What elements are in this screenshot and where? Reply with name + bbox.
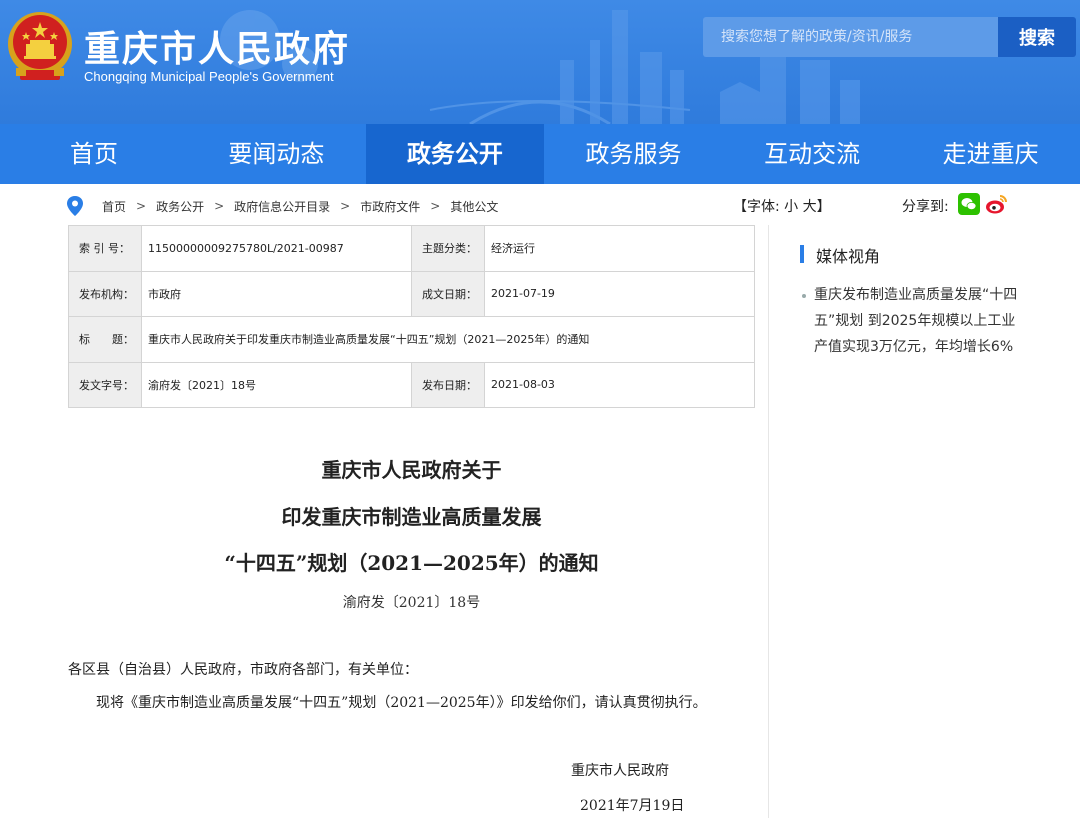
- site-title[interactable]: 重庆市人民政府: [84, 20, 350, 72]
- title-label: 标 题：: [68, 316, 142, 363]
- index-label: 索 引 号：: [68, 225, 142, 272]
- publish-date-label: 发布日期：: [411, 361, 485, 408]
- sidebar-title-accent: [800, 245, 804, 263]
- title-value: 重庆市人民政府关于印发重庆市制造业高质量发展“十四五”规划（2021—2025年…: [141, 316, 755, 363]
- document-title-line-1: 重庆市人民政府关于: [321, 458, 502, 482]
- national-emblem-logo: [8, 12, 72, 80]
- doc-number-label: 发文字号：: [68, 361, 142, 408]
- publisher-label: 发布机构：: [68, 270, 142, 317]
- breadcrumb-municipal-documents[interactable]: 市政府文件: [360, 198, 420, 215]
- main-nav: 首页 要闻动态 政务公开 政务服务 互动交流 走进重庆: [0, 124, 1080, 184]
- category-label: 主题分类：: [411, 225, 485, 272]
- table-row: 发文字号： 渝府发〔2021〕18号 发布日期： 2021-08-03: [68, 361, 755, 408]
- search-input[interactable]: [703, 17, 998, 57]
- table-row: 索 引 号： 11500000009275780L/2021-00987 主题分…: [68, 225, 755, 272]
- doc-number-value: 渝府发〔2021〕18号: [141, 361, 412, 408]
- breadcrumb-home[interactable]: 首页: [102, 198, 126, 215]
- font-size-toggle[interactable]: 【字体: 小 大】: [733, 196, 831, 216]
- breadcrumb-disclosure-catalog[interactable]: 政府信息公开目录: [234, 198, 330, 215]
- breadcrumb-separator: >: [340, 199, 351, 213]
- nav-item-home[interactable]: 首页: [0, 124, 187, 184]
- sidebar-title: 媒体视角: [816, 247, 881, 266]
- document-body: 现将《重庆市制造业高质量发展“十四五”规划（2021—2025年）》印发给你们，…: [96, 695, 707, 711]
- site-subtitle: Chongqing Municipal People's Government: [84, 69, 334, 84]
- breadcrumb-separator: >: [136, 199, 147, 213]
- publisher-value: 市政府: [141, 270, 412, 317]
- weibo-icon[interactable]: [985, 193, 1009, 215]
- breadcrumb-separator: >: [214, 199, 225, 213]
- document-title-line-2: 印发重庆市制造业高质量发展: [281, 505, 542, 529]
- document-number: 渝府发〔2021〕18号: [342, 595, 481, 611]
- search-button[interactable]: 搜索: [998, 17, 1076, 57]
- nav-item-gov-affairs[interactable]: 政务公开: [365, 124, 545, 184]
- site-header: 重庆市人民政府 Chongqing Municipal People's Gov…: [0, 0, 1080, 124]
- table-row: 标 题： 重庆市人民政府关于印发重庆市制造业高质量发展“十四五”规划（2021—…: [68, 316, 755, 363]
- breadcrumb-separator: >: [430, 199, 441, 213]
- document-salutation: 各区县（自治县）人民政府，市政府各部门，有关单位：: [68, 662, 418, 678]
- written-date-value: 2021-07-19: [484, 270, 755, 317]
- nav-item-gov-services[interactable]: 政务服务: [544, 124, 723, 184]
- table-row: 发布机构： 市政府 成文日期： 2021-07-19: [68, 270, 755, 317]
- written-date-label: 成文日期：: [411, 270, 485, 317]
- index-value: 11500000009275780L/2021-00987: [141, 225, 412, 272]
- nav-item-news[interactable]: 要闻动态: [187, 124, 366, 184]
- sidebar-divider: [768, 225, 769, 818]
- breadcrumb-gov-affairs[interactable]: 政务公开: [156, 198, 204, 215]
- document-date: 2021年7月19日: [580, 798, 685, 814]
- document-info-table: 索 引 号： 11500000009275780L/2021-00987 主题分…: [68, 225, 755, 408]
- breadcrumb: 首页 > 政务公开 > 政府信息公开目录 > 市政府文件 > 其他公文: [66, 195, 502, 217]
- nav-item-interaction[interactable]: 互动交流: [723, 124, 902, 184]
- share-label: 分享到:: [902, 199, 949, 215]
- category-value: 经济运行: [484, 225, 755, 272]
- document-title-line-3: “十四五”规划（2021—2025年）的通知: [224, 551, 599, 575]
- breadcrumb-other-documents[interactable]: 其他公文: [450, 198, 498, 215]
- publish-date-value: 2021-08-03: [484, 361, 755, 408]
- wechat-icon[interactable]: [958, 193, 980, 215]
- location-pin-icon: [67, 196, 83, 216]
- nav-item-about-chongqing[interactable]: 走进重庆: [901, 124, 1080, 184]
- sidebar-news-link[interactable]: 重庆发布制造业高质量发展“十四五”规划 到2025年规模以上工业产值实现3万亿元…: [814, 282, 1024, 360]
- bullet-icon: [802, 294, 806, 298]
- document-signer: 重庆市人民政府: [571, 763, 669, 779]
